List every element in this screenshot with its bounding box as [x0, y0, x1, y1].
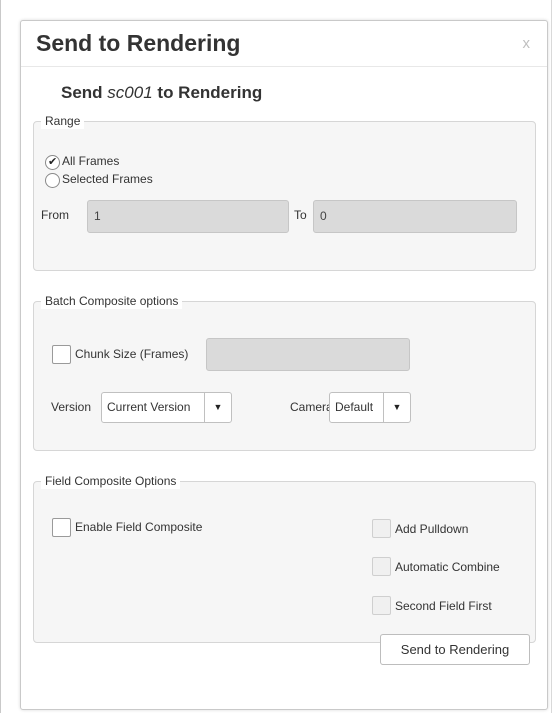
field-composite-group: Field Composite Options Enable Field Com…: [33, 473, 536, 643]
version-label: Version: [51, 400, 92, 414]
version-value: Current Version: [107, 400, 191, 414]
caret-down-icon[interactable]: ▼: [204, 393, 231, 422]
dialog-subtitle: Send sc001 to Rendering: [61, 83, 262, 103]
chunk-size-checkbox[interactable]: [52, 345, 71, 364]
to-label: To: [294, 208, 307, 222]
batch-composite-group: Batch Composite options Chunk Size (Fram…: [33, 293, 536, 451]
chunk-size-field[interactable]: [206, 338, 410, 371]
scene-name: sc001: [107, 83, 153, 102]
chunk-size-label[interactable]: Chunk Size (Frames): [75, 347, 188, 361]
send-to-rendering-button[interactable]: Send to Rendering: [380, 634, 530, 665]
add-pulldown-checkbox[interactable]: [372, 519, 391, 538]
automatic-combine-checkbox[interactable]: [372, 557, 391, 576]
version-select[interactable]: Current Version ▼: [101, 392, 232, 423]
subtitle-prefix: Send: [61, 83, 103, 102]
second-field-first-label: Second Field First: [395, 599, 492, 613]
batch-legend: Batch Composite options: [41, 293, 183, 309]
camera-value: Default: [335, 400, 374, 414]
caret-down-icon[interactable]: ▼: [383, 393, 410, 422]
all-frames-label[interactable]: All Frames: [62, 154, 119, 168]
selected-frames-label[interactable]: Selected Frames: [62, 172, 153, 186]
enable-field-composite-label[interactable]: Enable Field Composite: [75, 520, 202, 534]
enable-field-composite-checkbox[interactable]: [52, 518, 71, 537]
second-field-first-checkbox[interactable]: [372, 596, 391, 615]
checkmark-icon: ✔: [48, 156, 58, 168]
from-field[interactable]: 1: [87, 200, 289, 233]
range-group: Range ✔ All Frames Selected Frames From …: [33, 113, 536, 271]
camera-label: Camera: [290, 400, 333, 414]
dialog-title: Send to Rendering: [36, 30, 241, 56]
send-to-rendering-dialog: Send to Rendering x Send sc001 to Render…: [20, 20, 548, 710]
range-legend: Range: [41, 113, 85, 129]
to-field[interactable]: 0: [313, 200, 517, 233]
title-divider: [21, 66, 547, 67]
close-button[interactable]: x: [523, 35, 531, 52]
from-label: From: [41, 208, 69, 222]
add-pulldown-label: Add Pulldown: [395, 522, 469, 536]
automatic-combine-label: Automatic Combine: [395, 560, 500, 574]
camera-select[interactable]: Default ▼: [329, 392, 411, 423]
subtitle-suffix: to Rendering: [157, 83, 263, 102]
selected-frames-radio[interactable]: [45, 173, 60, 188]
all-frames-radio[interactable]: ✔: [45, 155, 60, 170]
field-legend: Field Composite Options: [41, 473, 181, 489]
